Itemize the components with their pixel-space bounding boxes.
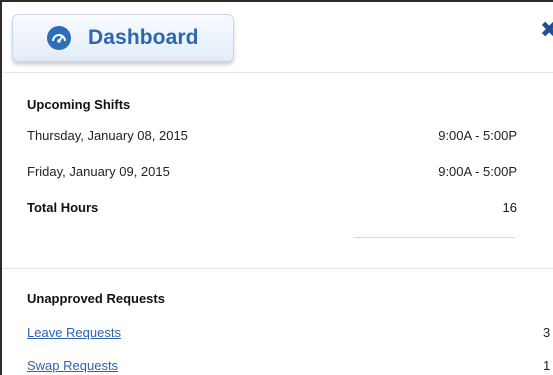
section-divider	[2, 268, 553, 269]
total-hours-value: 16	[502, 200, 517, 215]
shift-row: Friday, January 09, 2015 9:00A - 5:00P	[27, 164, 517, 180]
panel-header: Dashboard ✖	[2, 2, 553, 73]
tab-label: Dashboard	[88, 26, 199, 49]
unapproved-requests-title: Unapproved Requests	[27, 291, 165, 306]
total-hours-row: Total Hours 16	[27, 200, 517, 216]
shift-row: Thursday, January 08, 2015 9:00A - 5:00P	[27, 128, 517, 144]
total-hours-label: Total Hours	[27, 200, 99, 215]
swap-requests-link[interactable]: Swap Requests	[27, 358, 118, 373]
close-icon[interactable]: ✖	[540, 20, 553, 42]
swap-requests-count: 1	[543, 358, 551, 373]
dashboard-panel: Dashboard ✖ Upcoming Shifts Thursday, Ja…	[0, 0, 553, 375]
shift-time: 9:00A - 5:00P	[438, 128, 517, 143]
tab-dashboard[interactable]: Dashboard	[12, 14, 234, 62]
upcoming-shifts-title: Upcoming Shifts	[27, 97, 131, 112]
total-divider	[354, 237, 515, 238]
shift-time: 9:00A - 5:00P	[438, 164, 517, 179]
leave-requests-count: 3	[543, 325, 551, 340]
shift-date: Thursday, January 08, 2015	[27, 128, 188, 143]
request-row: Swap Requests	[27, 358, 517, 374]
shift-date: Friday, January 09, 2015	[27, 164, 170, 179]
request-row: Leave Requests	[27, 325, 517, 341]
leave-requests-link[interactable]: Leave Requests	[27, 325, 121, 340]
gauge-icon	[47, 26, 71, 50]
